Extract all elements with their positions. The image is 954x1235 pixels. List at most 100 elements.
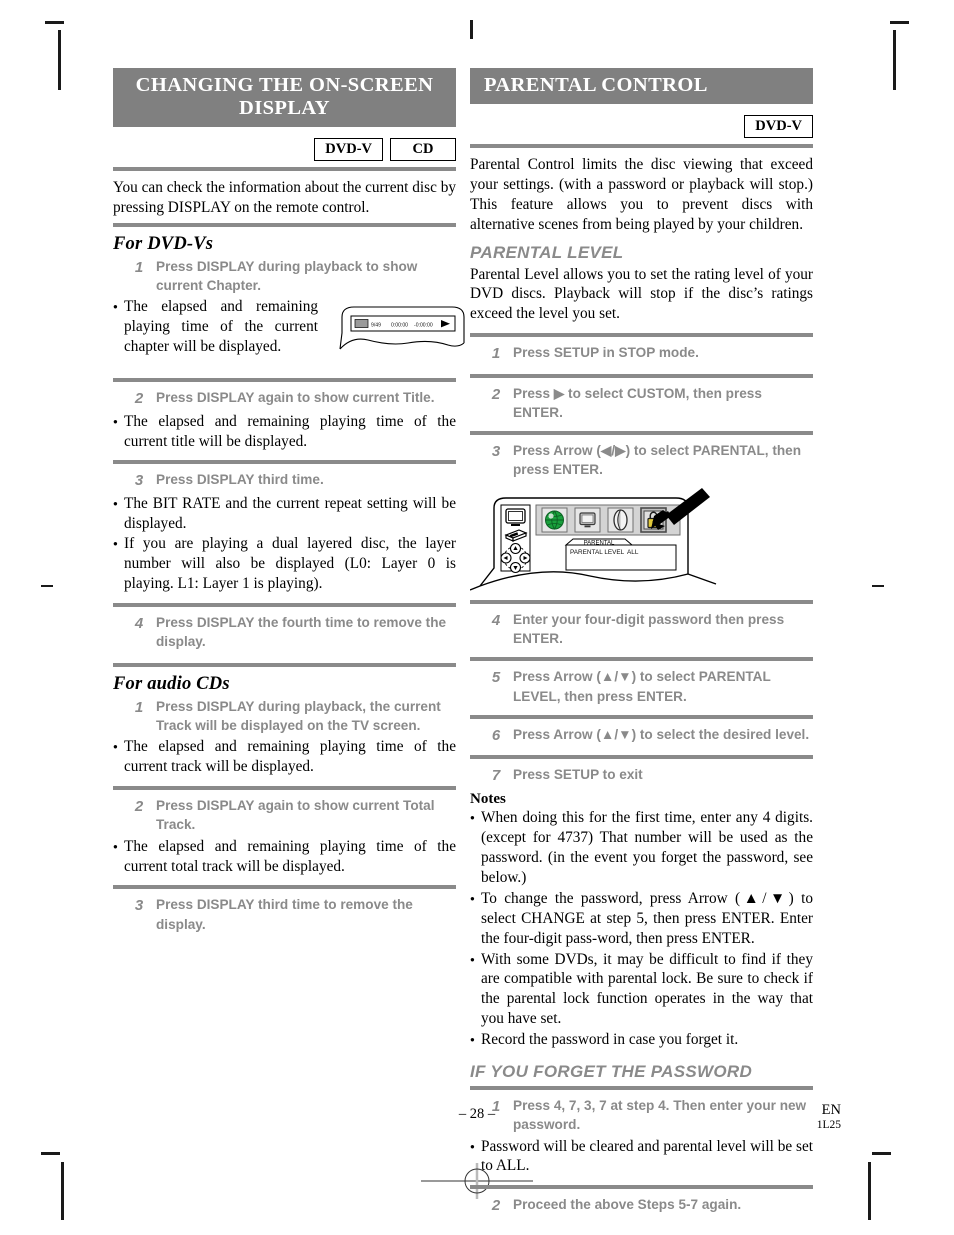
step-text: Press DISPLAY again to show current Tota… xyxy=(156,798,435,833)
step-text: Press DISPLAY third time. xyxy=(156,472,324,488)
step-number: 6 xyxy=(491,726,501,744)
bullet-item: The elapsed and remaining playing time o… xyxy=(113,737,456,777)
monitor-display-icon xyxy=(574,507,601,533)
divider xyxy=(470,714,813,719)
step-row: 1 Press SETUP in STOP mode. xyxy=(470,343,813,364)
intro-paragraph-right: Parental Control limits the disc viewing… xyxy=(470,156,813,233)
step-row: 1 Press DISPLAY during playback, the cur… xyxy=(113,697,456,736)
intro-paragraph-left: You can check the information about the … xyxy=(113,179,456,216)
crop-mark-bottom-left-v xyxy=(61,1162,64,1220)
step-number: 2 xyxy=(491,1197,501,1215)
bullet-item: The elapsed and remaining playing time o… xyxy=(113,837,456,877)
bullet-with-figure: The elapsed and remaining playing time o… xyxy=(113,297,465,369)
step-row: 2 Proceed the above Steps 5-7 again. xyxy=(470,1195,813,1216)
manual-page: CHANGING THE ON-SCREEN DISPLAY DVD-V CD … xyxy=(0,0,954,1235)
divider xyxy=(113,603,456,608)
step-number: 3 xyxy=(134,897,144,915)
step-number: 4 xyxy=(491,611,501,629)
parental-level-intro: Parental Level allows you to set the rat… xyxy=(470,265,813,323)
step-text: Press SETUP in STOP mode. xyxy=(513,345,699,361)
subheading-forget-password: IF YOU FORGET THE PASSWORD xyxy=(470,1061,753,1081)
step-row: 2 Press DISPLAY again to show current To… xyxy=(113,796,456,835)
divider xyxy=(113,222,456,227)
step-row: 4 Enter your four-digit password then pr… xyxy=(470,610,813,649)
step-row: 2 Press DISPLAY again to show current Ti… xyxy=(113,388,456,409)
bullet-item: The BIT RATE and the current repeat sett… xyxy=(113,494,456,534)
step-number: 3 xyxy=(134,472,144,490)
bullet-item: The elapsed and remaining playing time o… xyxy=(113,297,318,357)
crop-mark-top-left-v xyxy=(58,30,61,90)
divider xyxy=(113,786,456,791)
osd-tv-screen-graphic: 9/49 0:00:00 -0:00:00 xyxy=(339,306,465,350)
step-row: 1 Press DISPLAY during playback to show … xyxy=(113,257,456,296)
badge-dvd-v: DVD-V xyxy=(744,114,813,139)
divider xyxy=(470,657,813,662)
notes-heading: Notes xyxy=(470,791,506,808)
step-row: 2 Press ▶ to select CUSTOM, then press E… xyxy=(470,384,813,423)
step-text: Enter your four-digit password then pres… xyxy=(513,611,785,646)
note-item: With some DVDs, it may be difficult to f… xyxy=(470,950,813,1030)
crop-mark-mid-left xyxy=(41,585,53,587)
badge-dvd-v: DVD-V xyxy=(314,137,383,162)
divider xyxy=(470,755,813,760)
crop-mark-top-left-h xyxy=(45,21,64,24)
step-text: Press Arrow (◀/▶) to select PARENTAL, th… xyxy=(513,443,802,478)
step-number: 2 xyxy=(134,798,144,816)
step-row: 4 Press DISPLAY the fourth time to remov… xyxy=(113,613,456,652)
step-number: 4 xyxy=(134,615,144,633)
right-column: PARENTAL CONTROL DVD-V Parental Control … xyxy=(469,68,813,1219)
step-row: 3 Press DISPLAY third time. xyxy=(113,470,456,491)
audio-icon xyxy=(607,507,634,533)
step-text: Press Arrow (▲/▼) to select PARENTAL LEV… xyxy=(513,669,771,704)
subheading-parental-level: PARENTAL LEVEL xyxy=(470,242,624,262)
subheading-for-dvd-vs: For DVD-Vs xyxy=(113,233,214,254)
crop-mark-bottom-right-h xyxy=(872,1152,891,1155)
crop-mark-top-right-h xyxy=(890,21,909,24)
divider xyxy=(113,378,456,383)
setup-menu-tv-graphic: PARENTAL PARENTAL LEVEL ALL xyxy=(469,487,717,591)
footer-codes: EN 1L25 xyxy=(817,1103,841,1133)
divider xyxy=(113,167,456,172)
parental-level-row-value: ALL xyxy=(627,549,639,556)
bullet-item: If you are playing a dual layered disc, … xyxy=(113,534,456,594)
step-text: Press DISPLAY during playback, the curre… xyxy=(156,698,441,733)
disc-badges-left: DVD-V CD xyxy=(113,137,456,162)
osd-remaining-value: -0:00:00 xyxy=(414,323,433,329)
divider xyxy=(113,662,456,667)
badge-cd: CD xyxy=(390,137,456,162)
osd-figure: 9/49 0:00:00 -0:00:00 xyxy=(338,303,468,361)
step-number: 1 xyxy=(491,345,501,363)
step-number: 7 xyxy=(491,767,501,785)
osd-elapsed-value: 0:00:00 xyxy=(391,323,408,329)
step-text: Press Arrow (▲/▼) to select the desired … xyxy=(513,726,810,742)
crop-mark-bottom-left-h xyxy=(41,1152,60,1155)
step-number: 1 xyxy=(134,258,144,276)
note-item: Record the password in case you forget i… xyxy=(470,1030,813,1050)
crop-mark-top-center xyxy=(470,20,473,39)
step-number: 2 xyxy=(134,390,144,408)
osd-chapter-value: 9/49 xyxy=(371,323,381,329)
setup-menu-illustration: PARENTAL PARENTAL LEVEL ALL xyxy=(469,486,813,596)
step-number: 3 xyxy=(491,443,501,461)
step-row: 3 Press Arrow (◀/▶) to select PARENTAL, … xyxy=(470,441,813,480)
divider xyxy=(470,333,813,338)
tv-icon xyxy=(505,508,526,526)
divider xyxy=(470,1085,813,1090)
page-number: – 28 – xyxy=(458,1106,496,1122)
section-banner-parental-control: PARENTAL CONTROL xyxy=(470,68,813,104)
divider xyxy=(470,599,813,604)
divider xyxy=(113,460,456,465)
parental-level-row-label: PARENTAL LEVEL xyxy=(570,549,625,556)
step-row: 3 Press DISPLAY third time to remove the… xyxy=(113,895,456,934)
step-number: 1 xyxy=(134,698,144,716)
document-code: 1L25 xyxy=(816,1118,841,1131)
language-code: EN xyxy=(821,1102,841,1118)
step-row: 6 Press Arrow (▲/▼) to select the desire… xyxy=(470,725,813,746)
step-number: 5 xyxy=(491,669,501,687)
divider xyxy=(470,431,813,436)
section-banner-onscreen-display: CHANGING THE ON-SCREEN DISPLAY xyxy=(113,68,456,127)
step-text: Press SETUP to exit xyxy=(513,767,643,783)
step-row: 5 Press Arrow (▲/▼) to select PARENTAL L… xyxy=(470,667,813,706)
divider xyxy=(470,1185,813,1190)
disc-badges-right: DVD-V xyxy=(470,114,813,139)
